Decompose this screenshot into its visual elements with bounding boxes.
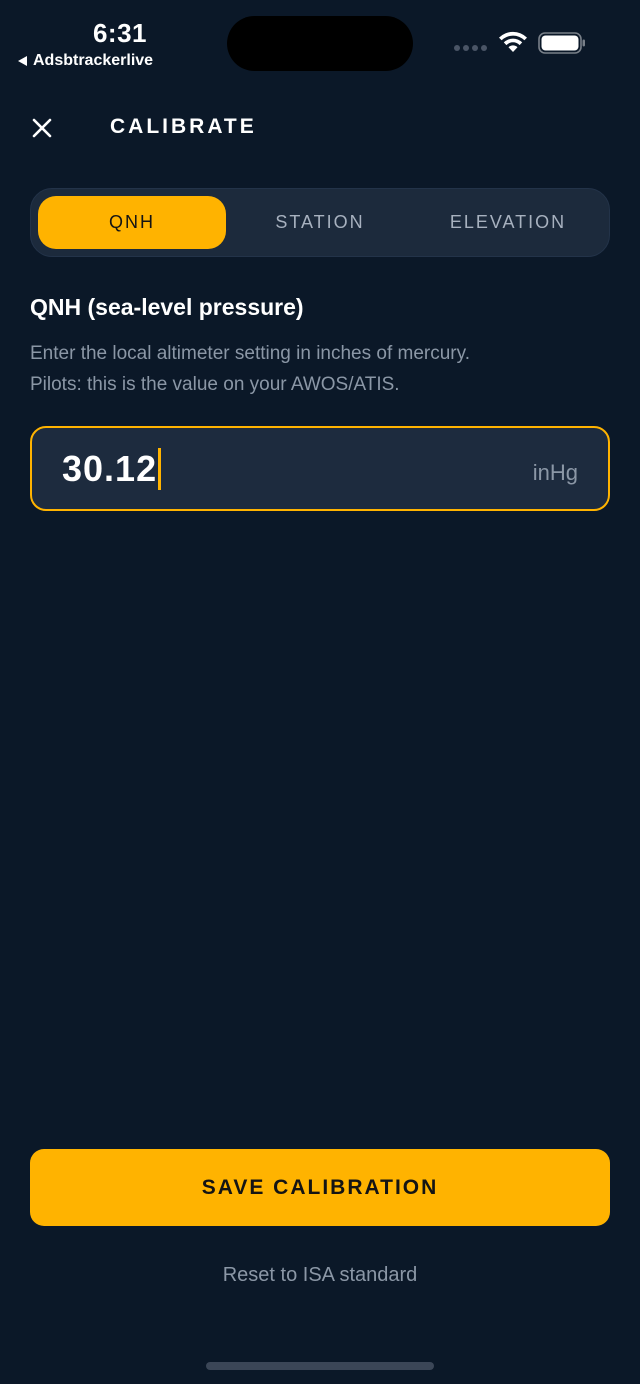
close-icon: [32, 118, 52, 138]
close-button[interactable]: [24, 110, 60, 146]
field-description-line: Enter the local altimeter setting in inc…: [30, 343, 471, 364]
tab-qnh[interactable]: QNH: [38, 196, 226, 249]
cellular-signal-icon: [454, 45, 487, 51]
wifi-icon: [499, 31, 527, 52]
qnh-input-value-wrapper: 30.12: [62, 448, 162, 490]
tab-elevation[interactable]: ELEVATION: [414, 196, 602, 249]
tab-station[interactable]: STATION: [226, 196, 414, 249]
battery-icon: [538, 32, 585, 54]
page-title: CALIBRATE: [110, 115, 257, 138]
home-indicator[interactable]: [206, 1362, 434, 1370]
qnh-input-value: 30.12: [62, 448, 158, 489]
back-to-app-link[interactable]: Adsbtrackerlive: [18, 52, 153, 70]
qnh-input[interactable]: 30.12 inHg: [30, 426, 610, 511]
dynamic-island: [227, 16, 413, 71]
field-description-line: Pilots: this is the value on your AWOS/A…: [30, 374, 400, 395]
text-caret: [158, 448, 162, 490]
unit-label: inHg: [532, 460, 578, 485]
status-time: 6:31: [92, 18, 148, 48]
mode-segmented-control: QNH STATION ELEVATION: [30, 188, 610, 257]
status-bar: 6:31 Adsbtrackerlive: [0, 0, 640, 80]
field-title: QNH (sea-level pressure): [30, 294, 304, 320]
save-calibration-button[interactable]: SAVE CALIBRATION: [30, 1149, 610, 1226]
back-app-label: Adsbtrackerlive: [33, 52, 154, 69]
field-description: Enter the local altimeter setting in inc…: [30, 338, 610, 400]
back-arrow-icon: [18, 56, 27, 66]
reset-isa-link[interactable]: Reset to ISA standard: [0, 1264, 640, 1287]
